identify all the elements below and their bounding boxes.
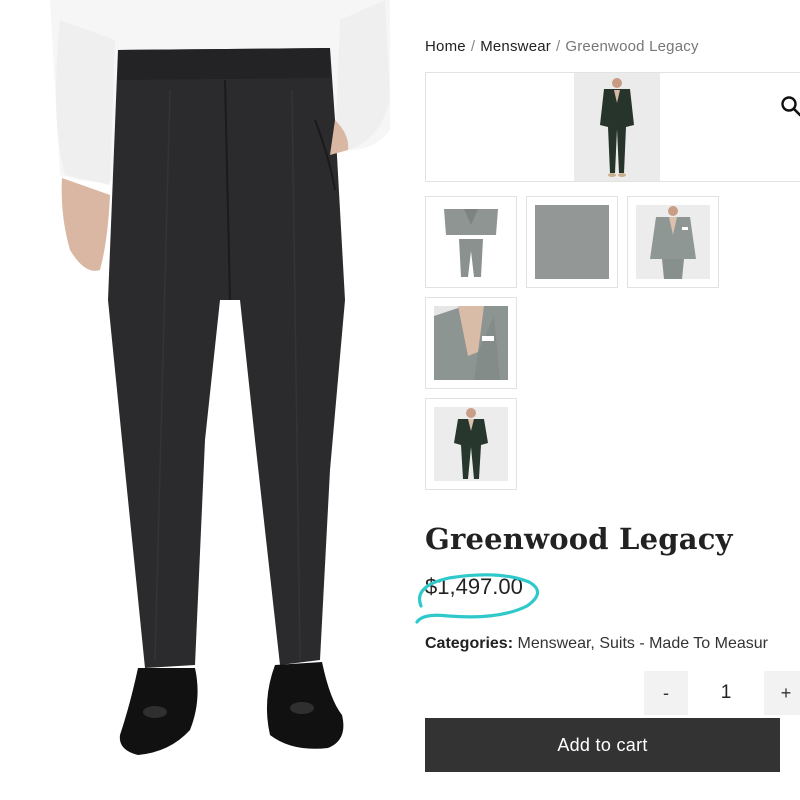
thumbnail-fabric-swatch[interactable]: [526, 196, 618, 288]
model-grey-suit-image: [636, 205, 710, 279]
category-separator: ,: [590, 635, 595, 652]
model-green-suit-image: [434, 407, 508, 481]
category-link-menswear[interactable]: Menswear: [517, 635, 590, 652]
thumbnail-model-green-suit[interactable]: [425, 398, 517, 490]
quantity-decrease-button[interactable]: -: [644, 671, 688, 715]
thumbnail-model-grey-suit[interactable]: [627, 196, 719, 288]
main-product-image[interactable]: [574, 73, 660, 181]
main-image-viewer[interactable]: [425, 72, 800, 182]
category-link-suits[interactable]: Suits - Made To Measur: [599, 635, 768, 652]
suit-flat-image: [434, 205, 508, 279]
fabric-swatch-image: [535, 205, 609, 279]
product-details: Home / Menswear / Greenwood Legacy Green…: [415, 0, 800, 800]
trousers-photo: [50, 0, 390, 755]
product-title: Greenwood Legacy: [425, 522, 733, 556]
product-hero-image: [30, 0, 410, 800]
breadcrumb-separator: /: [470, 38, 476, 55]
categories-label: Categories:: [425, 635, 514, 652]
breadcrumb-home-link[interactable]: Home: [425, 38, 466, 55]
quantity-input[interactable]: [696, 671, 756, 715]
breadcrumb-current: Greenwood Legacy: [565, 38, 699, 55]
thumbnail-suit-flat[interactable]: [425, 196, 517, 288]
breadcrumb-separator: /: [555, 38, 561, 55]
jacket-closeup-image: [434, 306, 508, 380]
search-icon[interactable]: [780, 95, 800, 117]
add-to-cart-button[interactable]: Add to cart: [425, 718, 780, 772]
breadcrumb-menswear-link[interactable]: Menswear: [480, 38, 551, 55]
breadcrumb: Home / Menswear / Greenwood Legacy: [425, 38, 699, 55]
product-categories: Categories: Menswear, Suits - Made To Me…: [425, 635, 768, 653]
product-price: $1,497.00: [425, 574, 523, 599]
thumbnail-jacket-closeup[interactable]: [425, 297, 517, 389]
quantity-increase-button[interactable]: +: [764, 671, 800, 715]
